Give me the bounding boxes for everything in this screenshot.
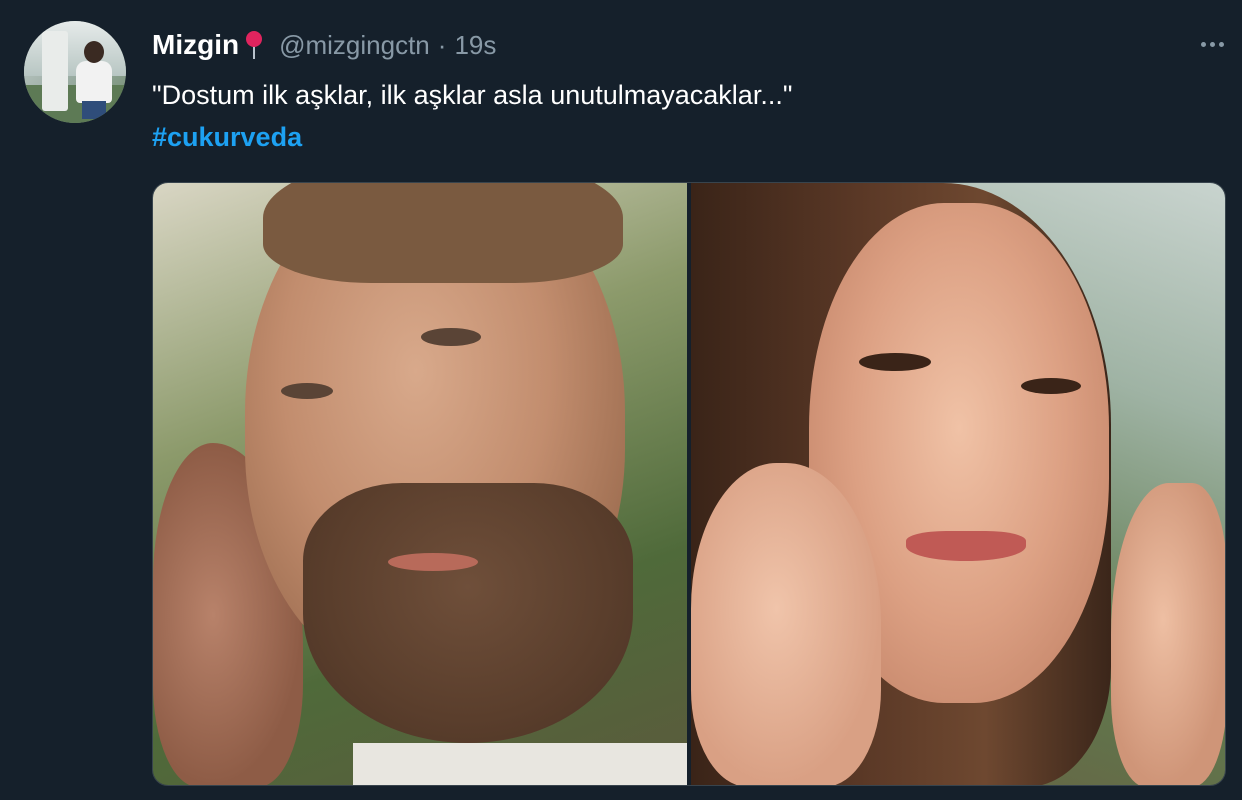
- photo-man-hair: [263, 183, 623, 283]
- tweet-media[interactable]: [152, 182, 1226, 786]
- photo-man-beard: [303, 483, 633, 743]
- media-photo-left[interactable]: [153, 183, 687, 785]
- tweet[interactable]: Mizgin @mizgingctn · 19s "Dostum ilk aşk…: [0, 0, 1242, 800]
- more-dot: [1209, 41, 1215, 47]
- user-handle[interactable]: @mizgingctn: [279, 30, 430, 61]
- avatar-person-legs: [82, 101, 106, 119]
- more-dot: [1218, 41, 1224, 47]
- timestamp[interactable]: 19s: [454, 30, 496, 61]
- pushpin-head: [246, 31, 263, 47]
- photo-hand: [691, 463, 881, 785]
- avatar[interactable]: [24, 21, 126, 123]
- display-name[interactable]: Mizgin: [152, 29, 239, 61]
- tweet-text: "Dostum ilk aşklar, ilk aşklar asla unut…: [152, 80, 793, 110]
- photo-man-shirt: [353, 743, 687, 785]
- photo-man-mouth: [388, 553, 478, 571]
- tweet-header: Mizgin @mizgingctn · 19s: [152, 28, 496, 62]
- avatar-person-head: [84, 41, 104, 63]
- hashtag-link[interactable]: #cukurveda: [152, 120, 302, 154]
- pushpin-needle: [253, 45, 256, 59]
- pushpin-icon: [243, 29, 265, 61]
- avatar-monument: [42, 31, 68, 111]
- more-dot: [1200, 41, 1206, 47]
- photo-woman-mouth: [906, 531, 1026, 561]
- media-photo-right[interactable]: [691, 183, 1225, 785]
- more-options-icon[interactable]: [1192, 30, 1232, 58]
- photo-man-eye: [281, 383, 333, 399]
- photo-woman-eye: [859, 353, 931, 371]
- photo-hand: [1111, 483, 1225, 785]
- separator-dot: ·: [437, 29, 447, 60]
- photo-woman-eye: [1021, 378, 1081, 394]
- photo-man-eye: [421, 328, 481, 346]
- avatar-person-body: [76, 61, 112, 103]
